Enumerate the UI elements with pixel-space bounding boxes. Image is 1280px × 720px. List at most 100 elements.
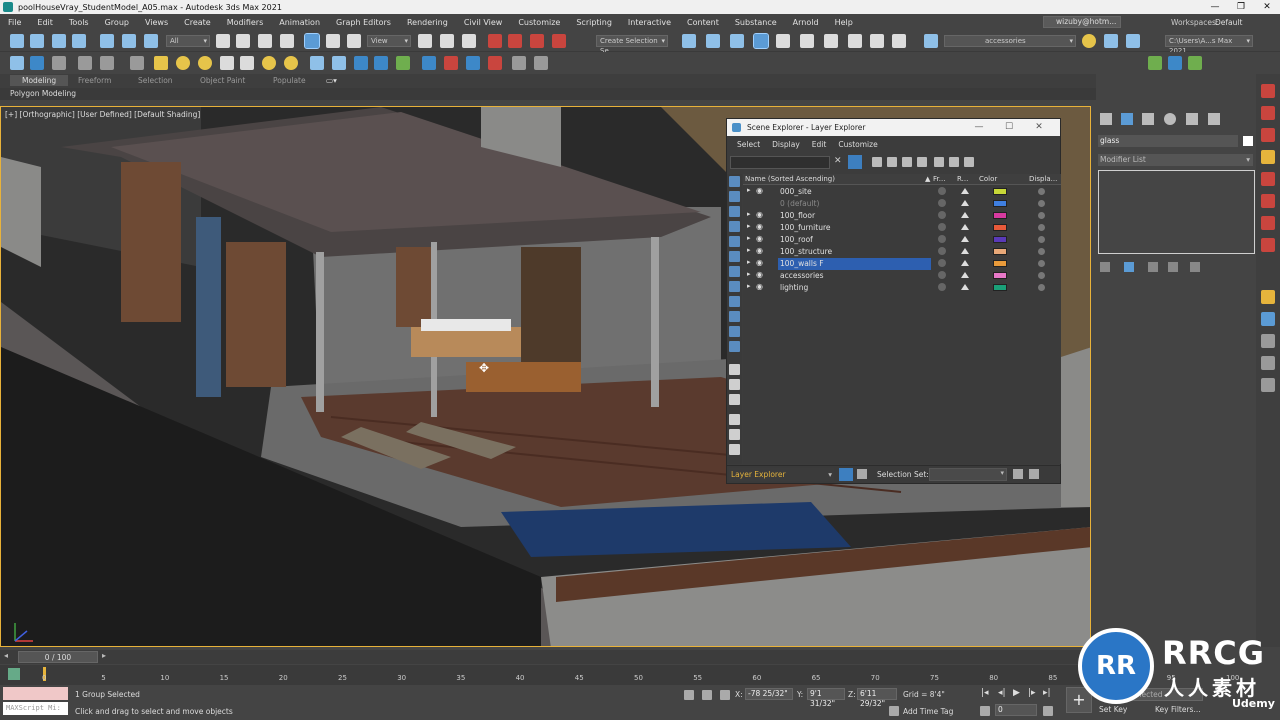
current-frame-field[interactable]: 0	[995, 704, 1037, 716]
explorer-menu-edit[interactable]: Edit	[808, 140, 835, 149]
display-tab-icon[interactable]	[1186, 113, 1198, 125]
display-frozen-icon[interactable]	[729, 341, 740, 352]
user-account-dropdown[interactable]: wizuby@hotm...	[1043, 16, 1121, 28]
layer-stack-icon[interactable]	[934, 157, 944, 167]
display-spacewarps-icon[interactable]	[729, 266, 740, 277]
utilities-tab-icon[interactable]	[1208, 113, 1220, 125]
rendered-frame-window-icon[interactable]	[870, 34, 884, 48]
renderable-icon[interactable]	[961, 188, 969, 194]
visibility-eye-icon[interactable]: ◉	[756, 186, 763, 195]
layer-name[interactable]: 100_furniture	[778, 222, 931, 234]
isolate-selection-icon[interactable]	[684, 690, 694, 700]
layer-row[interactable]: ▸ ◉ 100_furniture	[743, 222, 1061, 234]
explorer-maximize-button[interactable]: ☐	[994, 119, 1024, 136]
light-bulb-icon[interactable]	[284, 56, 298, 70]
display-mode-icon[interactable]	[1038, 236, 1045, 243]
window-crossing-icon[interactable]	[280, 34, 294, 48]
plugin-globe-icon[interactable]	[1188, 56, 1202, 70]
renderable-icon[interactable]	[961, 248, 969, 254]
move-icon[interactable]	[304, 33, 320, 49]
scene-explorer-window[interactable]: Scene Explorer - Layer Explorer — ☐ ✕ Se…	[726, 118, 1061, 484]
container-icon[interactable]	[78, 56, 92, 70]
expand-arrow-icon[interactable]: ▸	[747, 222, 751, 230]
time-slider[interactable]: ◂ 0 / 100 ▸	[0, 650, 1091, 664]
display-groups-icon[interactable]	[729, 281, 740, 292]
vray-toolbar-icon[interactable]	[1261, 378, 1275, 392]
help-circle-icon[interactable]	[534, 56, 548, 70]
remove-modifier-icon[interactable]	[1168, 262, 1178, 272]
go-to-end-icon[interactable]: ▸|	[1043, 688, 1051, 698]
expand-arrow-icon[interactable]: ▸	[747, 270, 751, 278]
freeze-icon[interactable]	[938, 235, 946, 243]
layer-color-swatch[interactable]	[993, 200, 1007, 207]
vray-sun-icon[interactable]	[1261, 128, 1275, 142]
time-tag-icon[interactable]	[889, 706, 899, 716]
vray-light-icon[interactable]	[1261, 106, 1275, 120]
select-layer-objects-icon[interactable]	[1126, 34, 1140, 48]
display-mode-icon[interactable]	[1038, 272, 1045, 279]
object-color-swatch[interactable]	[1243, 136, 1253, 146]
spinner-snap-icon[interactable]	[552, 34, 566, 48]
hierarchy-tab-icon[interactable]	[1142, 113, 1154, 125]
highlight-layer-icon[interactable]	[949, 157, 959, 167]
ribbon-options-icon[interactable]: ▭▾	[326, 76, 337, 85]
menu-content[interactable]: Content	[679, 18, 727, 27]
layer-row[interactable]: ▸ ◉ 000_site	[743, 186, 1061, 198]
vray-material-icon[interactable]	[466, 56, 480, 70]
renderable-icon[interactable]	[961, 224, 969, 230]
xref-icon[interactable]	[100, 56, 114, 70]
menu-interactive[interactable]: Interactive	[620, 18, 679, 27]
z-coordinate-field[interactable]: 6'11 29/32"	[857, 688, 897, 708]
show-end-result-icon[interactable]	[1124, 262, 1134, 272]
layer-name[interactable]: 100_floor	[778, 210, 931, 222]
toggle-scene-explorer-icon[interactable]	[730, 34, 744, 48]
display-influences-icon[interactable]	[729, 414, 740, 425]
y-coordinate-field[interactable]: 9'1 31/32"	[807, 688, 845, 708]
display-lights-icon[interactable]	[729, 221, 740, 232]
tab-selection[interactable]: Selection	[138, 76, 173, 85]
renderable-icon[interactable]	[961, 236, 969, 242]
column-render[interactable]: R...	[957, 175, 968, 183]
display-mode-icon[interactable]	[1038, 284, 1045, 291]
teapot-primitive-icon[interactable]	[220, 56, 234, 70]
layer-row[interactable]: ▸ ◉ accessories	[743, 270, 1061, 282]
menu-tools[interactable]: Tools	[61, 18, 97, 27]
renderable-icon[interactable]	[961, 212, 969, 218]
absolute-mode-icon[interactable]	[720, 690, 730, 700]
expand-arrow-icon[interactable]: ▸	[747, 234, 751, 242]
expand-arrow-icon[interactable]: ▸	[747, 258, 751, 266]
layer-name[interactable]: 000_site	[778, 186, 931, 198]
x-coordinate-field[interactable]: -78 25/32"	[745, 688, 793, 700]
dynamics-icon[interactable]	[332, 56, 346, 70]
display-hidden-icon[interactable]	[729, 364, 740, 375]
close-button[interactable]: ✕	[1254, 0, 1280, 14]
vray-icon[interactable]	[444, 56, 458, 70]
layer-name[interactable]: lighting	[778, 282, 931, 294]
time-slider-next-icon[interactable]: ▸	[102, 651, 106, 660]
layer-color-swatch[interactable]	[993, 236, 1007, 243]
maxscript-mini-listener[interactable]: MAXScript Mi:	[3, 702, 68, 715]
current-layer-dropdown[interactable]: accessories	[944, 35, 1076, 47]
rotate-icon[interactable]	[326, 34, 340, 48]
layer-row[interactable]: 0 (default)	[743, 198, 1061, 210]
tab-modeling[interactable]: Modeling	[10, 75, 69, 86]
plugin-green-icon[interactable]	[1148, 56, 1162, 70]
explorer-menu-select[interactable]: Select	[733, 140, 768, 149]
polygon-modeling-label[interactable]: Polygon Modeling	[10, 89, 76, 98]
cone-primitive-icon[interactable]	[240, 56, 254, 70]
modify-tab-icon[interactable]	[1121, 113, 1133, 125]
ribbon-toggle-icon[interactable]	[52, 56, 66, 70]
renderable-icon[interactable]	[961, 284, 969, 290]
expand-arrow-icon[interactable]: ▸	[747, 246, 751, 254]
workspaces-dropdown[interactable]: Default	[1215, 18, 1242, 27]
freeze-icon[interactable]	[938, 199, 946, 207]
renderable-icon[interactable]	[961, 260, 969, 266]
material-editor-icon[interactable]	[824, 34, 838, 48]
play-icon[interactable]: ▶	[1013, 688, 1020, 698]
time-configuration-icon[interactable]	[1043, 706, 1053, 716]
display-children-icon[interactable]	[729, 394, 740, 405]
display-mode-icon[interactable]	[1038, 260, 1045, 267]
particle-icon[interactable]	[310, 56, 324, 70]
display-mode-icon[interactable]	[1038, 212, 1045, 219]
selection-set-dropdown[interactable]	[929, 468, 1007, 481]
